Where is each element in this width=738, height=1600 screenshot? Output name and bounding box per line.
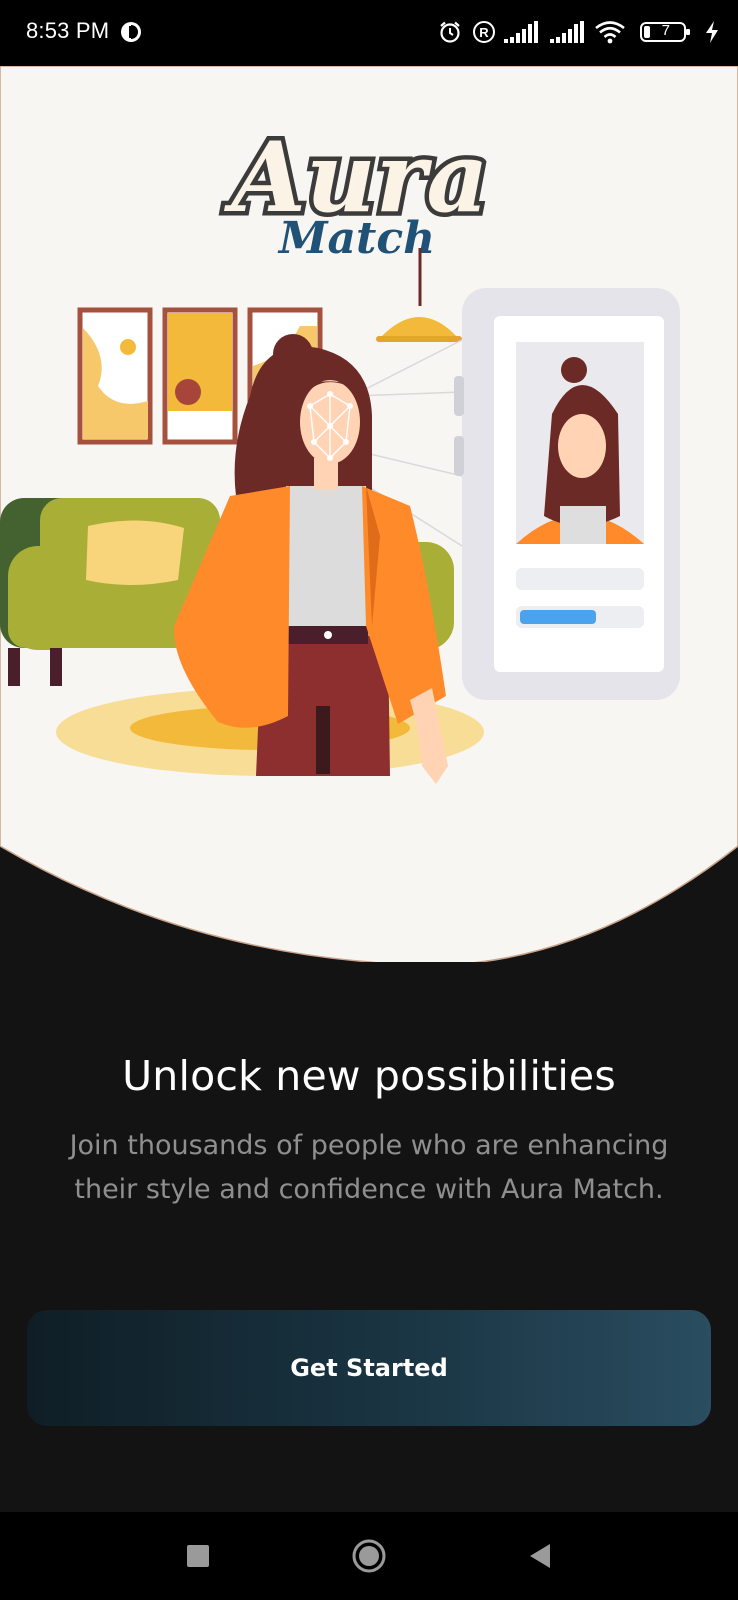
get-started-button[interactable]: Get Started (27, 1310, 711, 1426)
alarm-icon (440, 21, 460, 43)
data-saver-icon (120, 21, 142, 47)
hero-illustration: Aura Match (0, 66, 738, 962)
recent-apps-icon[interactable] (174, 1534, 222, 1578)
system-nav-bar (0, 1512, 738, 1600)
status-bar: 8:53 PM R 7 (0, 0, 738, 66)
back-icon[interactable] (516, 1534, 564, 1578)
signal-icon (550, 21, 584, 43)
wifi-icon (595, 21, 625, 44)
home-icon[interactable] (345, 1534, 393, 1578)
signal-icon (504, 21, 538, 43)
onboarding-title: Unlock new possibilities (122, 1052, 616, 1100)
charging-icon (706, 21, 718, 43)
svg-text:R: R (479, 25, 489, 40)
battery-level: 7 (661, 22, 670, 39)
onboarding-screen: 8:53 PM R 7 Aura Match Unlock new possib… (0, 0, 738, 1600)
phone-mockup (454, 288, 680, 700)
status-time: 8:53 PM (26, 18, 110, 43)
registered-icon: R (473, 21, 495, 43)
onboarding-description: Join thousands of people who are enhanci… (69, 1130, 669, 1205)
logo-match-text: Match (277, 213, 435, 264)
